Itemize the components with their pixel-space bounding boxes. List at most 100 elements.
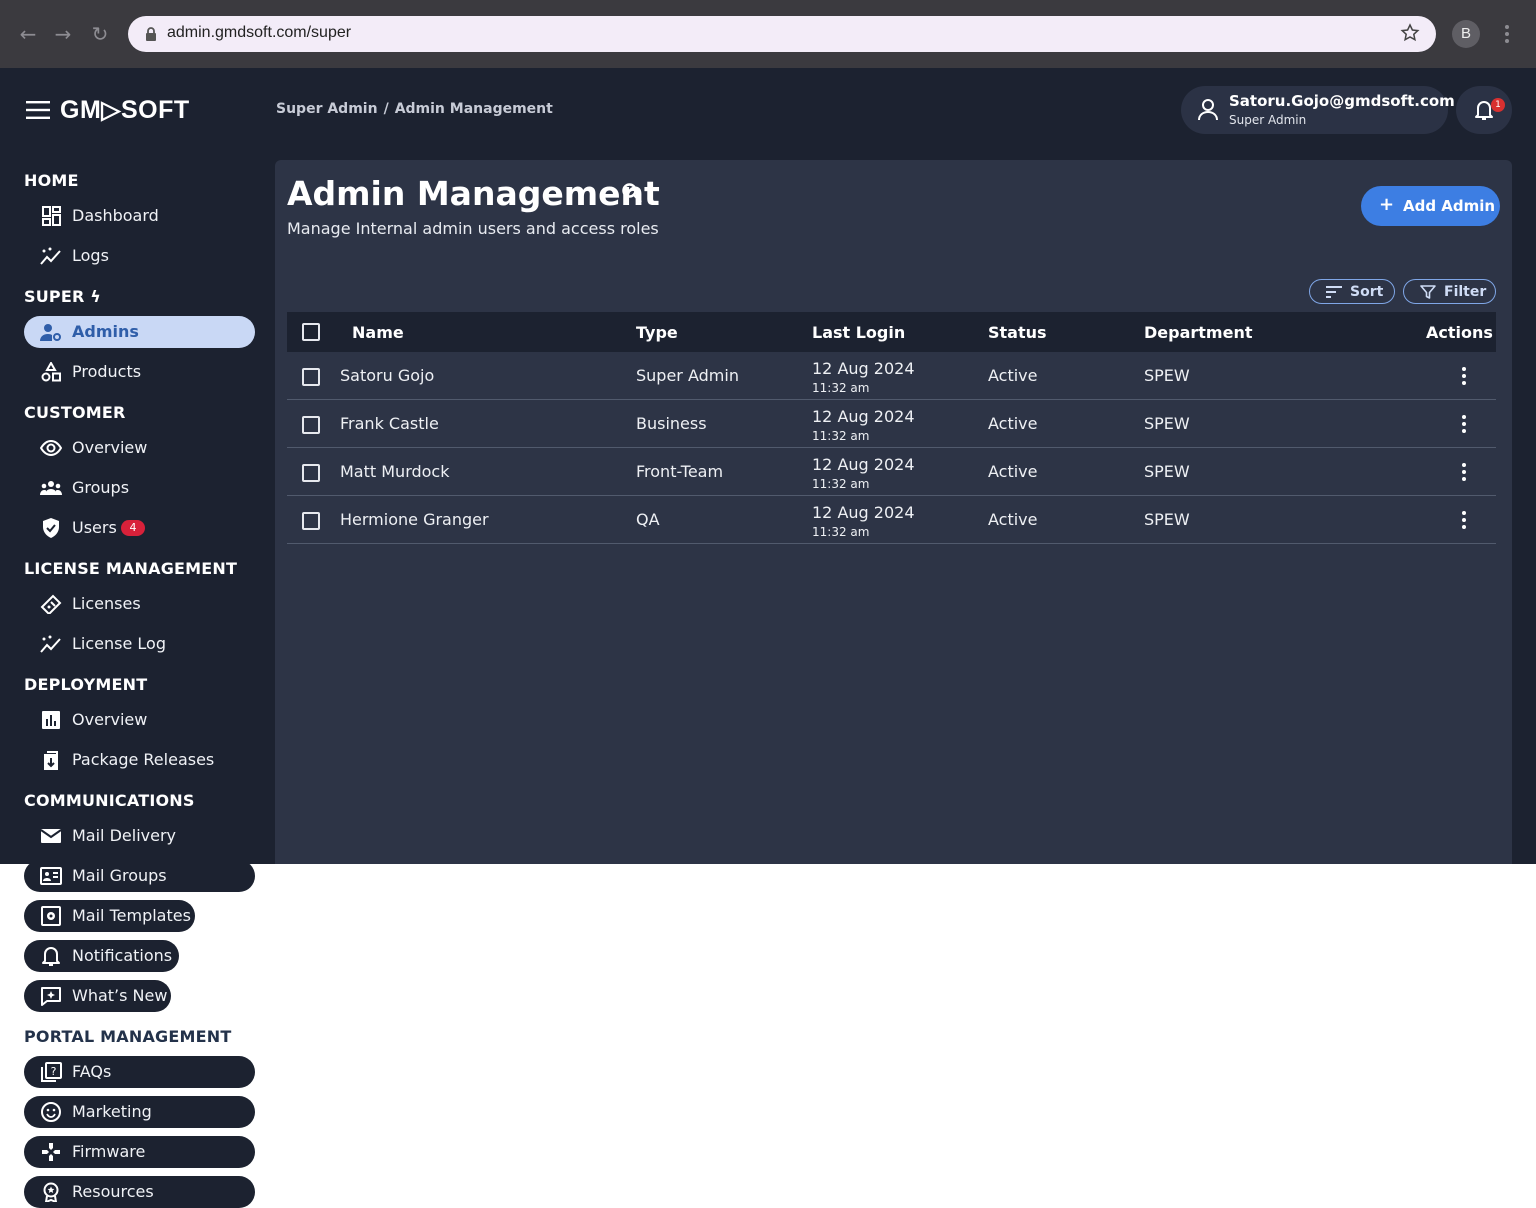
sort-button[interactable]: Sort [1309, 279, 1395, 304]
section-home: HOME [24, 171, 79, 190]
sidebar-item-label: Package Releases [72, 750, 215, 769]
sidebar-overflow: Mail Groups Mail Templates Notifications… [0, 860, 275, 1208]
column-actions: Actions [1426, 323, 1493, 342]
star-icon[interactable] [1400, 23, 1420, 43]
more-actions-icon[interactable] [1457, 414, 1471, 434]
analytics-icon [40, 635, 61, 653]
sidebar-item-admins[interactable]: Admins [24, 316, 255, 348]
user-menu[interactable]: Satoru.Gojo@gmdsoft.com Super Admin [1181, 86, 1455, 134]
more-actions-icon[interactable] [1457, 366, 1471, 386]
add-admin-button[interactable]: + Add Admin [1361, 186, 1500, 226]
sidebar-item-resources[interactable]: Resources [24, 1176, 255, 1208]
cell-status: Active [988, 414, 1038, 433]
cell-department: SPEW [1144, 510, 1190, 529]
breadcrumb: Super Admin / Admin Management [276, 101, 553, 117]
row-checkbox[interactable] [302, 464, 320, 482]
sidebar-item-label: Resources [72, 1182, 154, 1201]
reload-icon[interactable]: ↻ [88, 22, 112, 46]
sidebar-item-dashboard[interactable]: Dashboard [24, 200, 224, 232]
notifications-button[interactable]: 1 [1456, 86, 1512, 134]
sidebar-item-license-log[interactable]: License Log [24, 628, 224, 660]
cell-department: SPEW [1144, 414, 1190, 433]
cell-login-date: 12 Aug 2024 [812, 359, 915, 378]
column-department[interactable]: Department [1144, 323, 1252, 342]
mail-icon [40, 829, 62, 843]
admin-management-panel: Admin Management Manage Internal admin u… [275, 160, 1512, 864]
more-actions-icon[interactable] [1457, 462, 1471, 482]
search-icon[interactable] [621, 182, 643, 204]
sidebar-item-mail-delivery[interactable]: Mail Delivery [24, 820, 224, 852]
filter-icon [1420, 285, 1436, 299]
profile-avatar[interactable]: B [1452, 20, 1480, 48]
column-type[interactable]: Type [636, 323, 678, 342]
announcement-icon [41, 987, 61, 1006]
forward-icon[interactable]: → [51, 22, 75, 46]
page-title: Admin Management [287, 174, 660, 213]
cell-login-date: 12 Aug 2024 [812, 455, 915, 474]
sidebar-item-overview[interactable]: Overview [24, 432, 224, 464]
cell-type: Front-Team [636, 462, 724, 481]
lightning-icon: ϟ [90, 287, 102, 306]
sidebar-item-label: Mail Groups [72, 866, 167, 885]
sidebar-item-label: Marketing [72, 1102, 152, 1121]
sidebar-item-users[interactable]: Users 4 [24, 512, 224, 544]
sidebar-item-notifications[interactable]: Notifications [24, 940, 179, 972]
cell-status: Active [988, 510, 1038, 529]
sidebar-item-faqs[interactable]: ? FAQs [24, 1056, 255, 1088]
eye-icon [40, 439, 62, 457]
select-all-checkbox[interactable] [302, 323, 320, 341]
sidebar-item-label: Licenses [72, 594, 141, 613]
row-checkbox[interactable] [302, 512, 320, 530]
sidebar-item-mail-templates[interactable]: Mail Templates [24, 900, 195, 932]
table-row[interactable]: Matt Murdock Front-Team 12 Aug 2024 11:3… [287, 448, 1496, 496]
sidebar-item-licenses[interactable]: Licenses [24, 588, 224, 620]
sidebar-item-marketing[interactable]: Marketing [24, 1096, 255, 1128]
cell-name: Frank Castle [340, 414, 439, 433]
sidebar-item-package-releases[interactable]: Package Releases [24, 744, 224, 776]
row-checkbox[interactable] [302, 368, 320, 386]
cell-name: Matt Murdock [340, 462, 450, 481]
analytics-icon [40, 247, 61, 265]
sidebar-item-mail-groups[interactable]: Mail Groups [24, 860, 255, 892]
svg-text:?: ? [51, 1065, 57, 1078]
column-status[interactable]: Status [988, 323, 1047, 342]
sidebar-item-firmware[interactable]: Firmware [24, 1136, 255, 1168]
table-row[interactable]: Hermione Granger QA 12 Aug 2024 11:32 am… [287, 496, 1496, 544]
table-row[interactable]: Frank Castle Business 12 Aug 2024 11:32 … [287, 400, 1496, 448]
sidebar-item-products[interactable]: Products [24, 356, 224, 388]
cell-type: Business [636, 414, 707, 433]
table-row[interactable]: Satoru Gojo Super Admin 12 Aug 2024 11:3… [287, 352, 1496, 400]
sidebar-item-logs[interactable]: Logs [24, 240, 224, 272]
sidebar-item-deployment-overview[interactable]: Overview [24, 704, 224, 736]
ticket-icon [40, 594, 62, 614]
shapes-icon [41, 362, 61, 382]
breadcrumb-super-admin[interactable]: Super Admin [276, 101, 378, 117]
sidebar-item-label: What’s New [72, 986, 168, 1005]
browser-menu-icon[interactable] [1499, 22, 1515, 46]
sidebar-item-label: Groups [72, 478, 130, 497]
more-actions-icon[interactable] [1457, 510, 1471, 530]
row-checkbox[interactable] [302, 416, 320, 434]
address-bar[interactable]: admin.gmdsoft.com/super [128, 16, 1436, 52]
user-role: Super Admin [1229, 113, 1307, 127]
admin-gear-icon [40, 324, 61, 341]
user-icon [1198, 99, 1218, 121]
lock-icon [146, 27, 156, 41]
column-last-login[interactable]: Last Login [812, 323, 905, 342]
back-icon[interactable]: ← [16, 22, 40, 46]
sidebar-item-whats-new[interactable]: What’s New [24, 980, 171, 1012]
smiley-icon [41, 1102, 61, 1122]
sidebar-item-groups[interactable]: Groups [24, 472, 224, 504]
section-portal-management: PORTAL MANAGEMENT [24, 1027, 232, 1046]
hamburger-menu-icon[interactable] [26, 100, 50, 120]
groups-icon [40, 481, 62, 495]
bar-chart-icon [42, 711, 60, 729]
filter-button[interactable]: Filter [1403, 279, 1496, 304]
column-name[interactable]: Name [352, 323, 404, 342]
cell-login-date: 12 Aug 2024 [812, 503, 915, 522]
sidebar-item-label: Mail Delivery [72, 826, 176, 845]
gmdsoft-logo[interactable]: GM▷SOFT [60, 95, 190, 125]
filter-label: Filter [1444, 284, 1487, 300]
app-window: GM▷SOFT Super Admin / Admin Management Sat… [0, 68, 1536, 864]
notification-count-badge: 1 [1491, 98, 1505, 112]
